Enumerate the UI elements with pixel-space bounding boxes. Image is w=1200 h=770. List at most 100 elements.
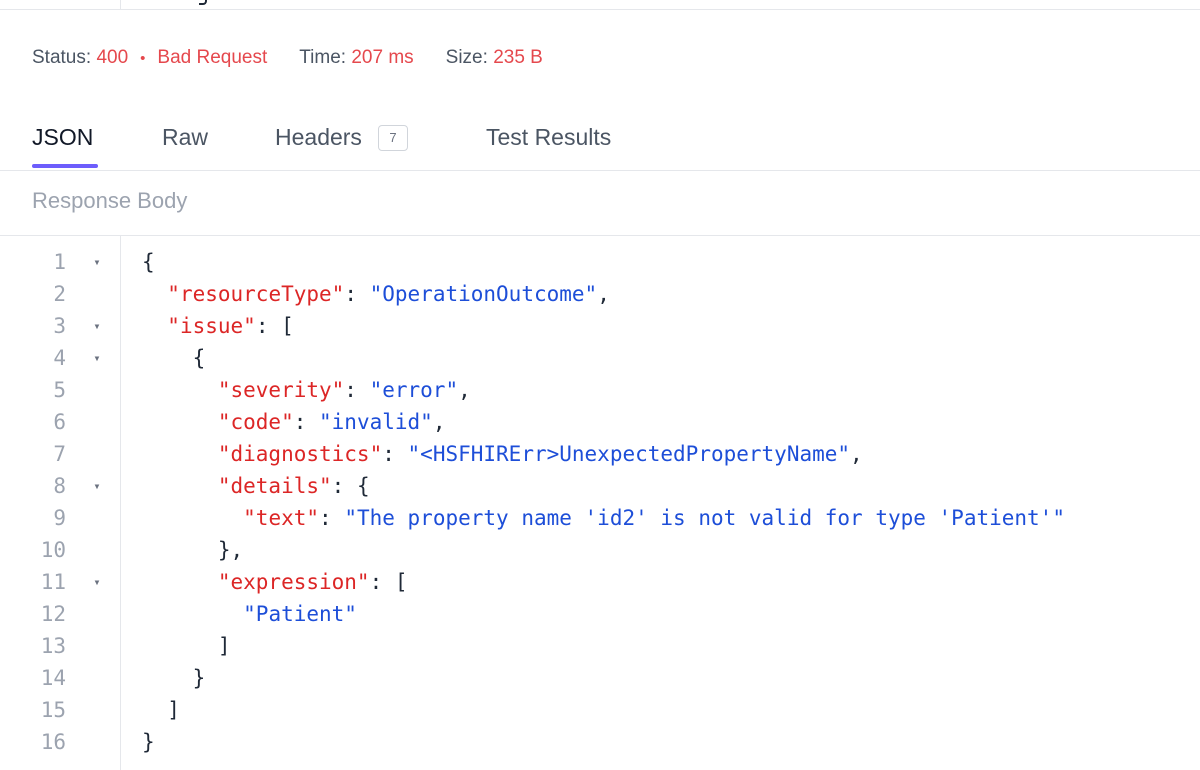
json-punctuation [142,570,218,594]
line-number: 6 [53,410,66,434]
active-tab-indicator [32,164,98,168]
json-punctuation: : [ [369,570,408,594]
size-value: 235 B [493,47,543,68]
json-key: "code" [217,410,294,434]
code-line: 6 "code": "invalid", [0,406,1200,438]
code-text: } [142,662,206,694]
code-line: 11 ▾ "expression": [ [0,566,1200,598]
json-string: "OperationOutcome" [369,282,598,306]
code-text: "details": { [142,470,370,502]
json-punctuation [142,282,167,306]
status-label: Status: [32,47,92,68]
code-line: 1 ▾ { [0,246,1200,278]
json-punctuation: } [142,730,155,754]
response-status-bar: Status: 400 • Bad Request Time: 207 ms S… [32,46,543,70]
json-key: "severity" [217,378,345,402]
code-line: 2 "resourceType": "OperationOutcome", [0,278,1200,310]
code-text: "resourceType": "OperationOutcome", [142,278,610,310]
json-punctuation: } [142,666,206,690]
code-text: "severity": "error", [142,374,471,406]
json-punctuation [142,602,243,626]
headers-count-badge: 7 [377,125,408,151]
line-number: 13 [40,634,66,658]
code-text: "code": "invalid", [142,406,446,438]
json-punctuation: : [319,506,345,530]
json-punctuation: : [293,410,320,434]
json-punctuation: , [458,378,471,402]
json-punctuation: : { [331,474,370,498]
response-body-title: Response Body [32,188,188,213]
line-number: 11 [40,570,66,594]
line-number: 4 [53,346,66,370]
status-text: Bad Request [157,47,268,68]
json-punctuation: { [142,346,206,370]
json-punctuation [142,378,218,402]
code-line: 12 "Patient" [0,598,1200,630]
editor-top-strip [0,0,1200,10]
json-punctuation: , [432,410,446,434]
code-text: { [142,342,206,374]
json-punctuation: { [142,250,155,274]
code-text: "Patient" [142,598,357,630]
gutter-divider [120,0,121,9]
json-string: "invalid" [319,410,433,434]
json-key: "details" [217,474,332,498]
json-punctuation [142,314,167,338]
code-text: { [142,246,155,278]
json-punctuation: , [850,442,863,466]
json-key: "text" [243,506,320,530]
time-value: 207 ms [351,47,414,68]
json-key: "issue" [167,314,256,338]
response-body-header: Response Body [0,171,1200,236]
json-punctuation: : [344,282,370,306]
tab-headers-label: Headers [275,124,362,150]
json-code-viewer[interactable]: 1 ▾ {2 "resourceType": "OperationOutcome",… [0,236,1200,770]
status-code: 400 [96,47,129,68]
line-number: 8 [53,474,66,498]
tab-headers[interactable]: Headers 7 [275,124,408,151]
code-line: 9 "text": "The property name 'id2' is no… [0,502,1200,534]
line-number: 12 [40,602,66,626]
json-punctuation: }, [142,538,244,562]
json-string: "<HSFHIRErr>UnexpectedPropertyName" [407,442,851,466]
line-number: 10 [40,538,66,562]
response-tabs: JSON Raw Headers 7 Test Results [0,100,1200,171]
code-line: 8 ▾ "details": { [0,470,1200,502]
line-number: 3 [53,314,66,338]
fold-toggle-icon[interactable]: ▾ [90,342,104,374]
time-label: Time: [299,47,347,68]
line-number: 5 [53,378,66,402]
code-text: ] [142,694,180,726]
code-text: } [142,726,155,758]
code-line: 13 ] [0,630,1200,662]
code-text: }, [142,534,243,566]
json-punctuation: , [597,282,610,306]
tab-raw[interactable]: Raw [162,124,208,151]
fold-toggle-icon[interactable]: ▾ [90,310,104,342]
json-punctuation: : [ [255,314,294,338]
code-line: 4 ▾ { [0,342,1200,374]
code-text: "expression": [ [142,566,408,598]
code-line: 10 }, [0,534,1200,566]
json-punctuation [142,410,218,434]
line-number: 16 [40,730,66,754]
json-punctuation [142,474,218,498]
code-line: 16} [0,726,1200,758]
line-number: 7 [53,442,66,466]
json-key: "expression" [217,570,370,594]
fold-toggle-icon[interactable]: ▾ [90,566,104,598]
code-line: 15 ] [0,694,1200,726]
json-punctuation: ] [142,634,231,658]
fold-toggle-icon[interactable]: ▾ [90,470,104,502]
code-line: 7 "diagnostics": "<HSFHIRErr>UnexpectedP… [0,438,1200,470]
json-string: "Patient" [243,602,357,626]
tab-test-results[interactable]: Test Results [486,124,611,151]
json-punctuation: ] [142,698,180,722]
json-key: "diagnostics" [217,442,383,466]
code-text: "issue": [ [142,310,294,342]
line-number: 15 [40,698,66,722]
json-punctuation [142,442,218,466]
json-punctuation: : [382,442,408,466]
tab-json[interactable]: JSON [32,124,93,151]
fold-toggle-icon[interactable]: ▾ [90,246,104,278]
